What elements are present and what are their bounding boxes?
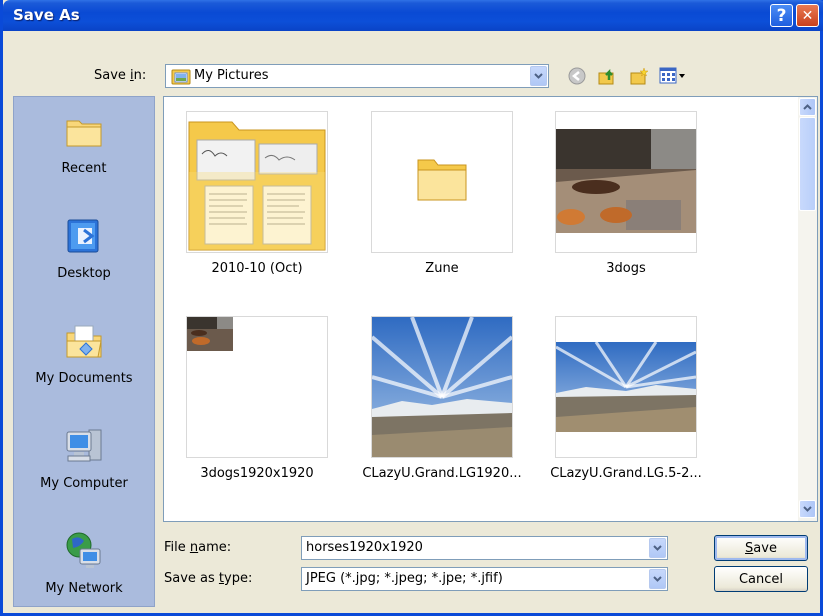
file-item-label: 3dogs1920x1920 <box>200 466 314 481</box>
file-item-label: CLazyU.Grand.LG.5-2... <box>550 466 702 481</box>
file-item-2010-10-oct[interactable] <box>186 111 328 253</box>
recent-folder-icon <box>66 120 102 147</box>
chevron-down-icon <box>653 545 662 551</box>
create-new-folder-button[interactable] <box>628 65 650 87</box>
photo-thumbnail <box>370 316 514 457</box>
chevron-down-icon <box>803 506 812 512</box>
scroll-thumb[interactable] <box>799 117 816 211</box>
views-menu-button[interactable] <box>658 65 688 87</box>
file-item-label: 3dogs <box>606 261 646 276</box>
folder-icon <box>417 159 467 201</box>
file-name-label: File name: <box>164 540 232 555</box>
my-network-icon <box>66 532 101 568</box>
up-one-level-button[interactable] <box>596 65 618 87</box>
scroll-up-button[interactable] <box>799 98 816 116</box>
file-name-field[interactable]: horses1920x1920 <box>301 536 668 560</box>
new-folder-icon <box>630 67 649 85</box>
places-item-my-computer[interactable]: My Computer <box>14 412 154 517</box>
save-as-type-value: JPEG (*.jpg; *.jpeg; *.jpe; *.jfif) <box>306 571 503 586</box>
help-button[interactable]: ? <box>770 4 793 27</box>
places-item-desktop[interactable]: Desktop <box>14 202 154 307</box>
save-as-type-select[interactable]: JPEG (*.jpg; *.jpeg; *.jpe; *.jfif) <box>301 567 668 591</box>
places-item-my-network[interactable]: My Network <box>14 517 154 616</box>
save-button[interactable]: Save <box>714 535 808 561</box>
file-item-label: 2010-10 (Oct) <box>211 261 303 276</box>
file-item-3dogs1920x1920[interactable] <box>186 316 328 458</box>
title-bar[interactable]: Save As ? ✕ <box>3 0 823 31</box>
my-documents-icon <box>66 325 102 358</box>
file-list-view[interactable]: 2010-10 (Oct) Zune 3dogs 3dogs1920x1920 … <box>163 96 818 522</box>
save-as-dialog: Save As ? ✕ Save in: My Pictures Recent … <box>0 0 823 616</box>
save-in-dropdown-button[interactable] <box>530 66 547 86</box>
places-bar: Recent Desktop My Documents My Computer … <box>13 96 155 607</box>
save-as-type-label: Save as type: <box>164 571 253 586</box>
save-in-label: Save in: <box>94 68 147 83</box>
close-icon: ✕ <box>801 7 814 24</box>
photo-thumbnail <box>187 317 233 351</box>
file-item-3dogs[interactable] <box>555 111 697 253</box>
file-item-clazyu-grand-lg1920[interactable] <box>370 316 514 458</box>
cancel-button[interactable]: Cancel <box>714 566 808 592</box>
up-folder-icon <box>598 68 614 85</box>
help-icon: ? <box>776 5 787 26</box>
save-in-value: My Pictures <box>194 68 269 83</box>
save-in-combo[interactable]: My Pictures <box>165 64 549 88</box>
save-as-type-dropdown-button[interactable] <box>649 569 666 589</box>
chevron-up-icon <box>803 104 812 110</box>
chevron-down-icon <box>534 73 543 79</box>
file-name-value: horses1920x1920 <box>306 540 423 555</box>
my-computer-icon <box>66 429 102 462</box>
file-item-zune[interactable] <box>371 111 513 253</box>
my-pictures-folder-icon <box>171 69 191 85</box>
window-title: Save As <box>13 6 80 24</box>
places-item-my-documents[interactable]: My Documents <box>14 307 154 412</box>
photo-thumbnail <box>556 129 696 233</box>
file-item-label: Zune <box>425 261 459 276</box>
places-item-recent[interactable]: Recent <box>14 97 154 202</box>
chevron-down-icon <box>653 576 662 582</box>
scroll-down-button[interactable] <box>799 500 816 518</box>
photo-thumbnail <box>555 341 697 432</box>
folder-icon <box>188 121 326 251</box>
back-arrow-icon <box>568 67 586 85</box>
close-button[interactable]: ✕ <box>796 4 819 27</box>
file-name-dropdown-button[interactable] <box>649 538 666 558</box>
file-item-label: CLazyU.Grand.LG1920... <box>362 466 522 481</box>
back-button[interactable] <box>566 65 588 87</box>
vertical-scrollbar[interactable] <box>798 97 817 521</box>
desktop-icon <box>67 219 99 253</box>
file-item-clazyu-grand-lg-5-2[interactable] <box>555 316 697 458</box>
views-menu-icon <box>659 67 685 84</box>
